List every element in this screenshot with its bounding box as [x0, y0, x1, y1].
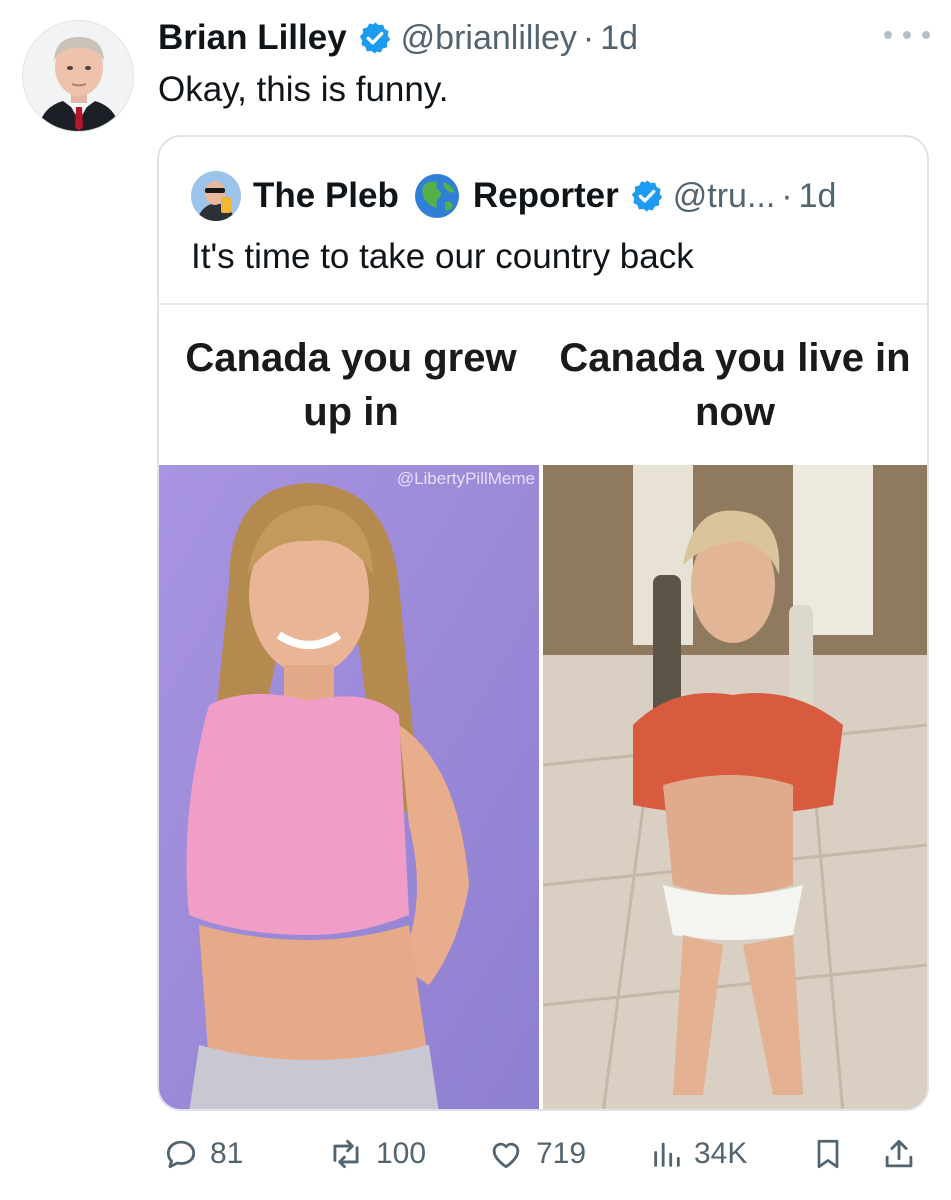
quoted-author-name-part1[interactable]: The Pleb [253, 176, 399, 216]
share-button[interactable] [880, 1130, 918, 1178]
verified-badge-icon [631, 180, 662, 212]
reply-button[interactable]: 81 [162, 1130, 243, 1178]
bookmark-button[interactable] [810, 1130, 846, 1178]
repost-button[interactable]: 100 [326, 1130, 426, 1178]
quoted-post-header: The Pleb Reporter @tru... · 1d [191, 171, 836, 221]
quoted-author-name-part2[interactable]: Reporter [473, 176, 619, 216]
like-count: 719 [536, 1137, 587, 1170]
verified-badge-icon [359, 22, 390, 54]
quoted-author-avatar [191, 171, 241, 221]
meme-photo-right [543, 465, 927, 1109]
more-icon[interactable] [884, 20, 930, 50]
more-dot [884, 31, 892, 39]
meme-caption-left: Canada you grew up in [185, 336, 517, 434]
views-count: 34K [694, 1137, 748, 1170]
reply-count: 81 [210, 1137, 244, 1170]
meme-watermark: @LibertyPillMeme [396, 469, 535, 488]
repost-icon [333, 1139, 359, 1169]
meme-photo-left-illustration [159, 465, 539, 1109]
views-button[interactable]: 34K [650, 1130, 747, 1178]
meme-photo-right-illustration [543, 465, 927, 1109]
share-icon [885, 1139, 913, 1168]
quoted-header-separator: · [781, 176, 793, 215]
more-dot [903, 31, 911, 39]
author-name[interactable]: Brian Lilley [158, 18, 347, 58]
post-time[interactable]: 1d [600, 19, 638, 58]
globe-icon [414, 174, 459, 218]
action-bar: 81 100 719 34K [0, 1130, 951, 1178]
repost-count: 100 [376, 1137, 427, 1170]
author-avatar[interactable] [22, 20, 134, 132]
reply-icon [166, 1140, 196, 1169]
post-header: Brian Lilley @brianlilley · 1d [158, 16, 638, 60]
like-button[interactable]: 719 [486, 1130, 586, 1178]
more-dot [922, 31, 930, 39]
quoted-post-time[interactable]: 1d [799, 177, 837, 216]
quoted-author-handle[interactable]: @tru... [673, 177, 776, 216]
header-separator: · [582, 18, 595, 57]
quoted-post-card[interactable]: The Pleb Reporter @tru... · 1d It's time… [157, 135, 929, 1111]
like-icon [492, 1142, 520, 1169]
bookmark-icon [817, 1139, 839, 1169]
quoted-post-text: It's time to take our country back [191, 237, 694, 276]
quoted-author-avatar-image [191, 171, 241, 221]
post-text: Okay, this is funny. [158, 70, 449, 109]
views-icon [654, 1142, 680, 1167]
meme-image[interactable]: Canada you grew up in Canada you live in… [159, 303, 927, 1109]
author-handle[interactable]: @brianlilley [401, 19, 577, 58]
meme-photo-left: @LibertyPillMeme [159, 465, 539, 1109]
author-avatar-image [23, 21, 133, 131]
meme-caption-right: Canada you live in now [559, 336, 911, 434]
